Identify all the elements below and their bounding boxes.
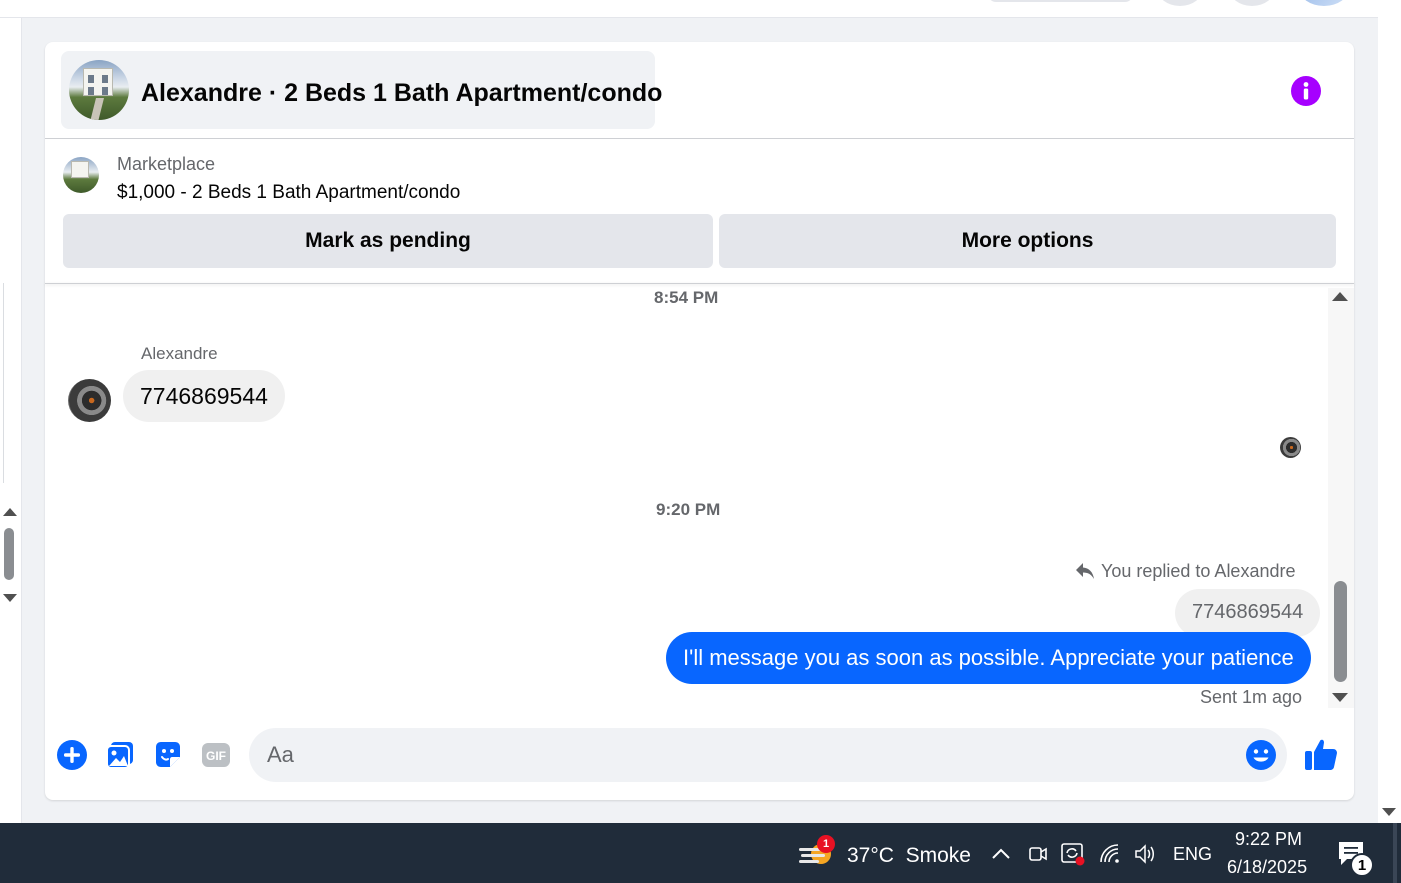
weather-text[interactable]: 37°C Smoke <box>847 843 971 869</box>
sync-status-glyph <box>1061 843 1085 866</box>
left-scroll-up-arrow[interactable] <box>3 508 17 516</box>
left-scrollbar-thumb[interactable] <box>4 528 14 580</box>
show-desktop-button[interactable] <box>1393 823 1397 883</box>
reply-arrow-icon <box>1076 563 1094 579</box>
sticker-glyph <box>156 742 180 767</box>
chevron-up-glyph <box>992 848 1010 859</box>
thread-scroll-up-arrow[interactable] <box>1332 292 1348 301</box>
meet-now-glyph <box>1029 847 1047 861</box>
mini-house-shape <box>71 161 89 178</box>
clock-time[interactable]: 9:22 PM <box>1235 828 1302 850</box>
info-icon[interactable] <box>1291 76 1321 106</box>
message-timestamp: 9:20 PM <box>656 500 721 519</box>
plus-circle-icon[interactable] <box>55 738 89 772</box>
incoming-message-bubble[interactable]: 7746869544 <box>123 370 285 422</box>
notification-count-badge: 1 <box>1350 853 1374 877</box>
meet-now-icon[interactable] <box>1025 841 1051 867</box>
thumbnail-house-shape <box>83 68 113 96</box>
volume-glyph <box>1135 844 1154 864</box>
photo-icon[interactable] <box>103 738 137 772</box>
left-panel-card-edge <box>0 283 4 483</box>
messages-divider <box>45 283 1354 284</box>
sent-status: Sent 1m ago <box>1200 687 1303 707</box>
quoted-message-bubble[interactable]: 7746869544 <box>1175 589 1321 637</box>
mark-as-pending-button[interactable]: Mark as pending <box>63 214 713 268</box>
sender-avatar[interactable] <box>68 379 111 422</box>
gif-icon[interactable]: GIF <box>199 738 233 772</box>
gif-glyph: GIF <box>202 743 230 767</box>
chat-title: Alexandre · 2 Beds 1 Bath Apartment/cond… <box>141 79 663 107</box>
network-glyph <box>1100 844 1119 863</box>
thread-scrollbar-thumb[interactable] <box>1334 581 1347 682</box>
marketplace-listing-thumbnail[interactable] <box>63 157 99 193</box>
thumbs-up-glyph <box>1305 739 1337 770</box>
page-scroll-down-arrow[interactable] <box>1382 808 1396 816</box>
reply-context: You replied to Alexandre <box>1075 560 1295 582</box>
thread-scroll-down-arrow[interactable] <box>1332 693 1348 702</box>
thumbnail-path-shape <box>90 98 104 120</box>
header-divider <box>45 138 1354 139</box>
emoji-icon[interactable] <box>1244 738 1278 772</box>
input-language[interactable]: ENG <box>1173 843 1212 865</box>
marketplace-listing-title[interactable]: $1,000 - 2 Beds 1 Bath Apartment/condo <box>117 181 460 205</box>
page-scrollbar[interactable] <box>1378 0 1401 823</box>
sender-name: Alexandre <box>141 344 218 363</box>
message-input[interactable] <box>249 728 1287 782</box>
thumbs-up-icon[interactable] <box>1302 736 1340 774</box>
info-glyph <box>1303 82 1309 100</box>
left-scroll-down-arrow[interactable] <box>3 594 17 602</box>
message-timestamp: 8:54 PM <box>654 288 719 307</box>
marketplace-label: Marketplace <box>117 154 216 174</box>
network-icon[interactable] <box>1097 841 1123 867</box>
listing-thumbnail <box>69 60 129 120</box>
reply-context-text: You replied to Alexandre <box>1101 561 1296 581</box>
emoji-glyph <box>1246 740 1276 770</box>
svg-text:GIF: GIF <box>206 749 226 763</box>
sticker-icon[interactable] <box>151 738 185 772</box>
outgoing-message-bubble[interactable]: I'll message you as soon as possible. Ap… <box>666 632 1311 684</box>
photo-glyph <box>106 742 133 769</box>
sync-status-icon[interactable] <box>1060 841 1086 867</box>
clock-date[interactable]: 6/18/2025 <box>1227 856 1307 878</box>
seen-receipt-avatar <box>1280 437 1301 458</box>
top-nav-pill[interactable] <box>988 0 1133 2</box>
plus-circle-glyph <box>57 740 87 770</box>
chevron-up-icon[interactable] <box>988 841 1014 867</box>
weather-alert-badge: 1 <box>817 835 835 853</box>
more-options-button[interactable]: More options <box>719 214 1336 268</box>
volume-icon[interactable] <box>1132 841 1158 867</box>
